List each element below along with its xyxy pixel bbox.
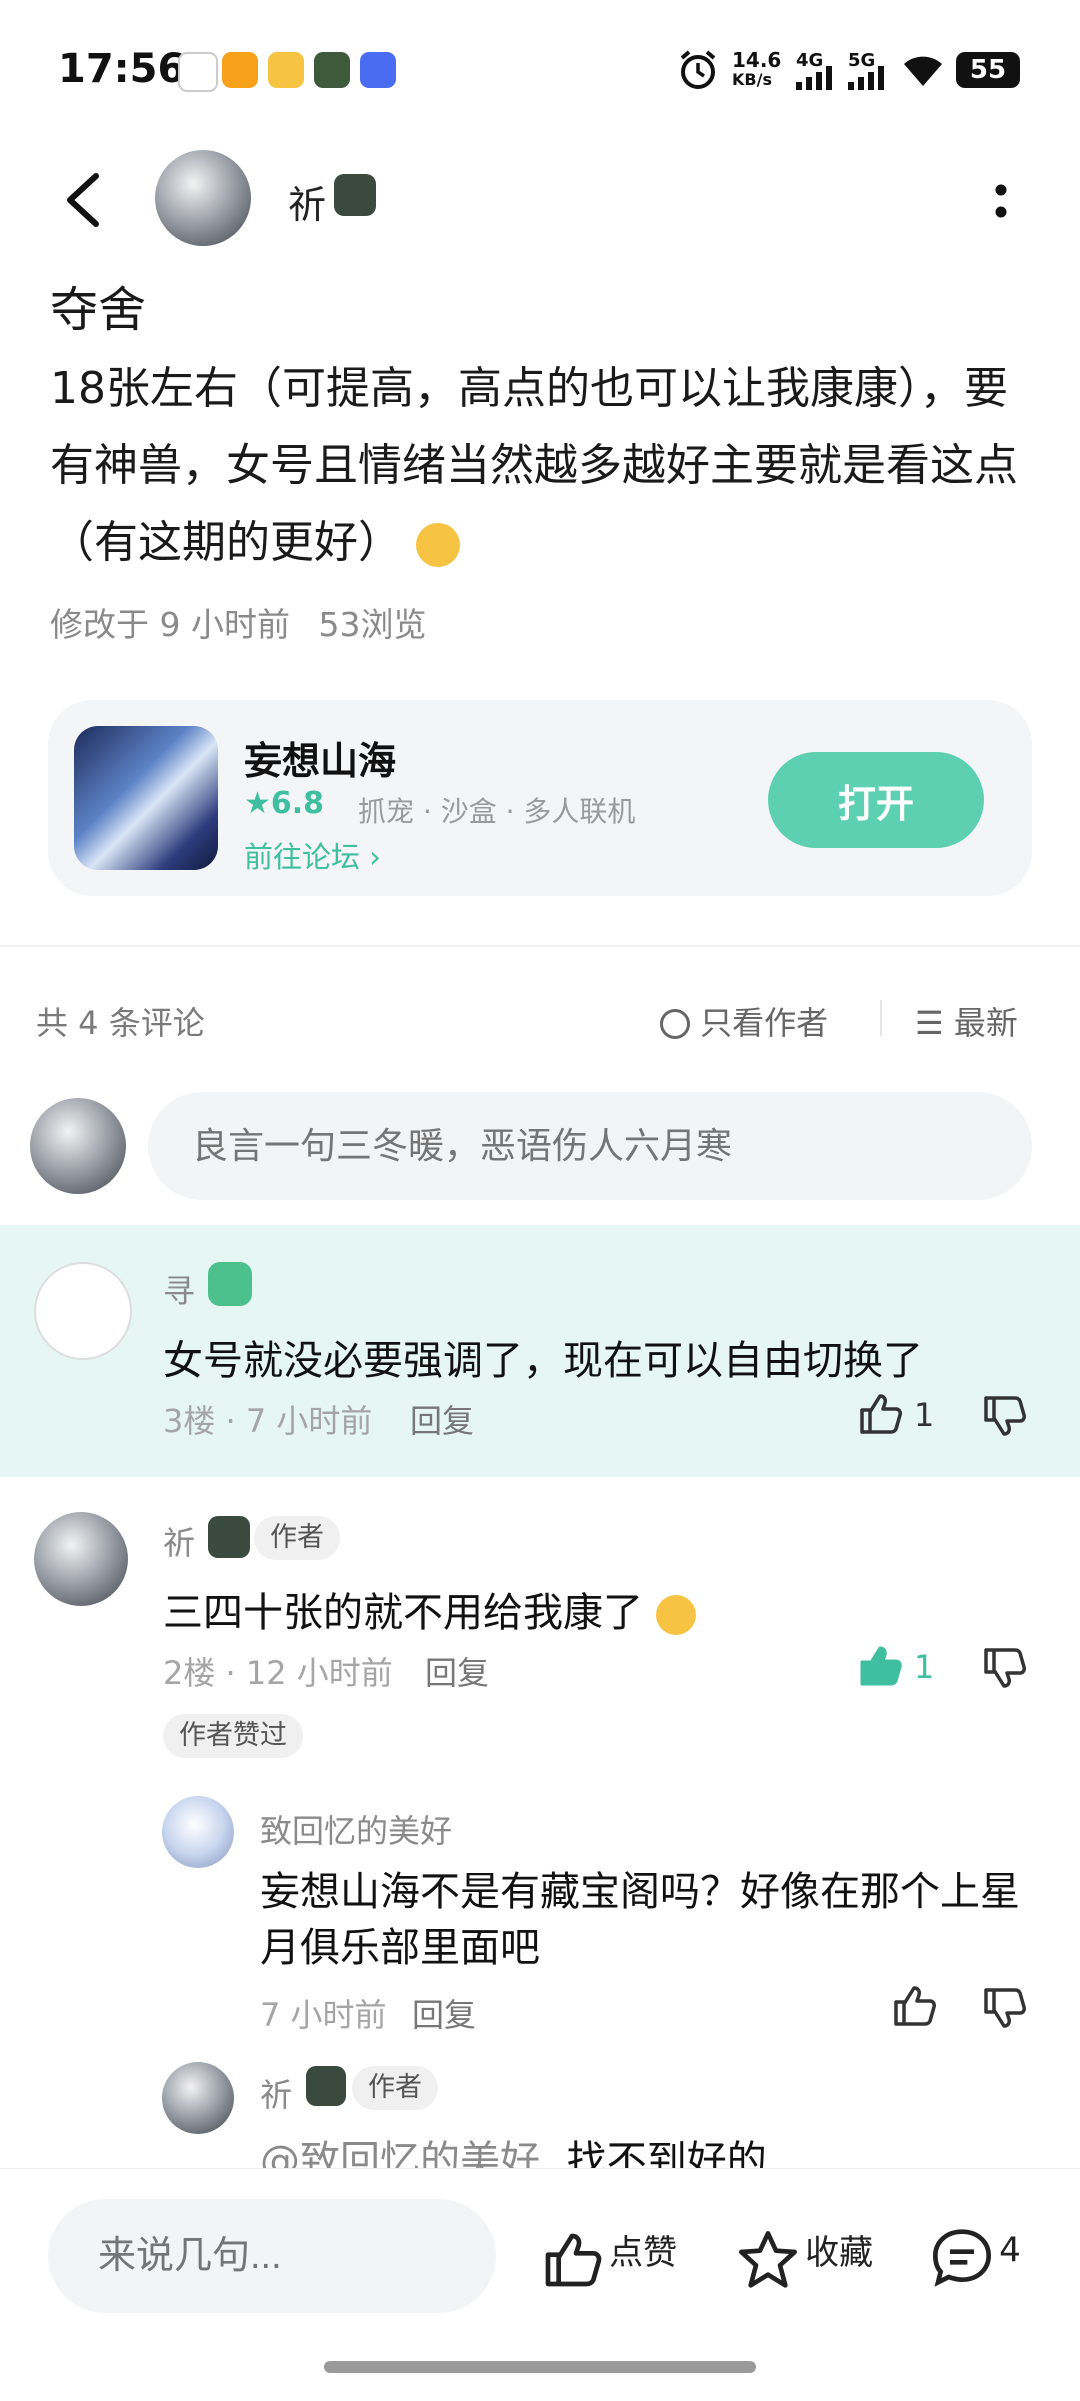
emoji-icon [655, 1595, 696, 1635]
gamepad-badge-icon [208, 1262, 252, 1306]
forum-link-label: 前往论坛 [244, 840, 361, 874]
game-tags: 抓宠 · 沙盒 · 多人联机 [358, 795, 636, 828]
game-rating: ★6.8 [244, 786, 324, 821]
comments-count: 4 [999, 2230, 1021, 2271]
comment-meta: 2楼 · 12 小时前 [163, 1654, 393, 1692]
favorite-label: 收藏 [805, 2233, 874, 2273]
comment-meta: 3楼 · 7 小时前 [163, 1402, 373, 1440]
only-author-label: 只看作者 [700, 1004, 829, 1042]
bottom-comment-input[interactable] [48, 2199, 496, 2313]
reply-button[interactable]: 回复 [425, 1648, 489, 1694]
comment-author[interactable]: 寻 [163, 1266, 195, 1312]
comment-time: 7 小时前 [245, 1402, 373, 1440]
author-name[interactable]: 祈 [288, 174, 326, 229]
comment-avatar[interactable] [34, 1262, 132, 1360]
comment-input[interactable] [148, 1092, 1032, 1200]
sort-icon: ☰ [915, 1004, 944, 1042]
comment-text-body: 三四十张的就不用给我康了 [163, 1590, 643, 1636]
thumbs-down-icon[interactable] [980, 1984, 1028, 2032]
only-author-toggle[interactable]: 只看作者 [660, 998, 828, 1044]
comment-text: 女号就没必要强调了，现在可以自由切换了 [163, 1338, 923, 1384]
net-speed-value: 14.6 [732, 48, 782, 72]
favorite-button[interactable]: 收藏 [736, 2225, 873, 2292]
bottom-bar: 点赞 收藏 4 [0, 2168, 1080, 2401]
home-indicator[interactable] [324, 2361, 756, 2373]
signal-icon-2 [848, 66, 884, 90]
battery-level: 55 [969, 55, 1007, 85]
comments-button[interactable]: 4 [930, 2225, 1021, 2289]
author-tag: 作者 [254, 1516, 340, 1560]
wifi-icon [904, 56, 942, 86]
comment-author[interactable]: 祈 [163, 1518, 195, 1564]
author-badge-icon [306, 2066, 346, 2106]
net-speed: 14.6 KB/s [732, 50, 781, 90]
back-arrow-icon[interactable] [58, 170, 108, 230]
star-icon: ★ [244, 786, 271, 821]
forum-link[interactable]: 前往论坛 › [244, 834, 381, 876]
reply-avatar[interactable] [162, 1796, 234, 1868]
battery-icon: 55 [956, 52, 1020, 88]
comment-text: 三四十张的就不用给我康了 [163, 1580, 696, 1638]
reply-avatar[interactable] [162, 2062, 234, 2134]
reply-button[interactable]: 回复 [410, 1396, 474, 1442]
reply-text: 妄想山海不是有藏宝阁吗？好像在那个上星月俱乐部里面吧 [260, 1869, 1020, 1971]
comment-count: 共 4 条评论 [36, 1004, 205, 1042]
game-rating-value: 6.8 [270, 786, 325, 821]
like-button[interactable]: 点赞 [540, 2225, 677, 2292]
game-icon [74, 726, 218, 870]
post-modified: 修改于 9 小时前 [50, 605, 290, 644]
net-speed-unit: KB/s [732, 70, 772, 89]
comment-floor: 2楼 [163, 1654, 216, 1692]
comment-floor: 3楼 [163, 1402, 216, 1440]
video-app-icon [222, 52, 258, 88]
signal-icon [796, 66, 832, 90]
comment-avatar[interactable] [34, 1512, 128, 1606]
comment-bubble-icon [932, 2229, 992, 2287]
like-label: 点赞 [609, 2233, 678, 2273]
author-badge-icon [334, 174, 376, 216]
post-meta: 修改于 9 小时前 53浏览 [50, 598, 426, 646]
game-name: 妄想山海 [244, 739, 397, 783]
weibo-icon [268, 52, 304, 88]
post-views: 53浏览 [318, 605, 427, 644]
thumbs-down-icon[interactable] [980, 1644, 1028, 1692]
comment-time: 12 小时前 [245, 1654, 393, 1692]
reply-time: 7 小时前 [260, 1996, 387, 2034]
status-bar: 17:56 14.6 KB/s 4G 5G 55 [0, 0, 1080, 140]
alarm-icon [680, 50, 716, 89]
thumbs-up-icon[interactable] [890, 1982, 938, 2030]
like-count: 1 [914, 1396, 935, 1434]
author-badge-icon [208, 1516, 250, 1558]
thumbs-up-icon [545, 2233, 602, 2286]
thumbs-up-filled-icon[interactable] [856, 1642, 904, 1690]
my-avatar [30, 1098, 126, 1194]
post-body: 18张左右（可提高，高点的也可以让我康康），要有神兽，女号且情绪当然越多越好主要… [50, 350, 1035, 581]
reply-button[interactable]: 回复 [412, 1990, 476, 2036]
post-title: 夺舍 [50, 282, 147, 338]
thumbs-down-icon[interactable] [980, 1392, 1028, 1440]
radio-circle-icon [660, 1009, 690, 1039]
section-divider [0, 945, 1080, 947]
vivo-icon [360, 52, 396, 88]
book-app-icon [314, 52, 350, 88]
more-options-icon[interactable] [986, 176, 1016, 226]
header-separator [880, 1000, 882, 1036]
sort-label: 最新 [953, 1004, 1018, 1042]
post-body-text: 18张左右（可提高，高点的也可以让我康康），要有神兽，女号且情绪当然越多越好主要… [50, 363, 1018, 568]
reply-author[interactable]: 致回忆的美好 [260, 1806, 452, 1852]
like-count: 1 [914, 1648, 935, 1686]
sort-latest-button[interactable]: ☰ 最新 [915, 998, 1018, 1044]
smile-emoji-icon [416, 523, 460, 567]
author-tag: 作者 [352, 2066, 438, 2110]
star-outline-icon [739, 2230, 797, 2288]
author-liked-tag: 作者赞过 [163, 1714, 303, 1758]
open-game-button[interactable]: 打开 [768, 752, 984, 848]
app-notification-icon [178, 52, 218, 92]
game-card[interactable]: 妄想山海 ★6.8 抓宠 · 沙盒 · 多人联机 前往论坛 › 打开 [48, 700, 1032, 896]
thumbs-up-icon[interactable] [856, 1390, 904, 1438]
author-avatar[interactable] [155, 150, 251, 246]
status-time: 17:56 [58, 46, 186, 92]
reply-author[interactable]: 祈 [260, 2070, 292, 2116]
chevron-right-icon: › [369, 840, 381, 874]
